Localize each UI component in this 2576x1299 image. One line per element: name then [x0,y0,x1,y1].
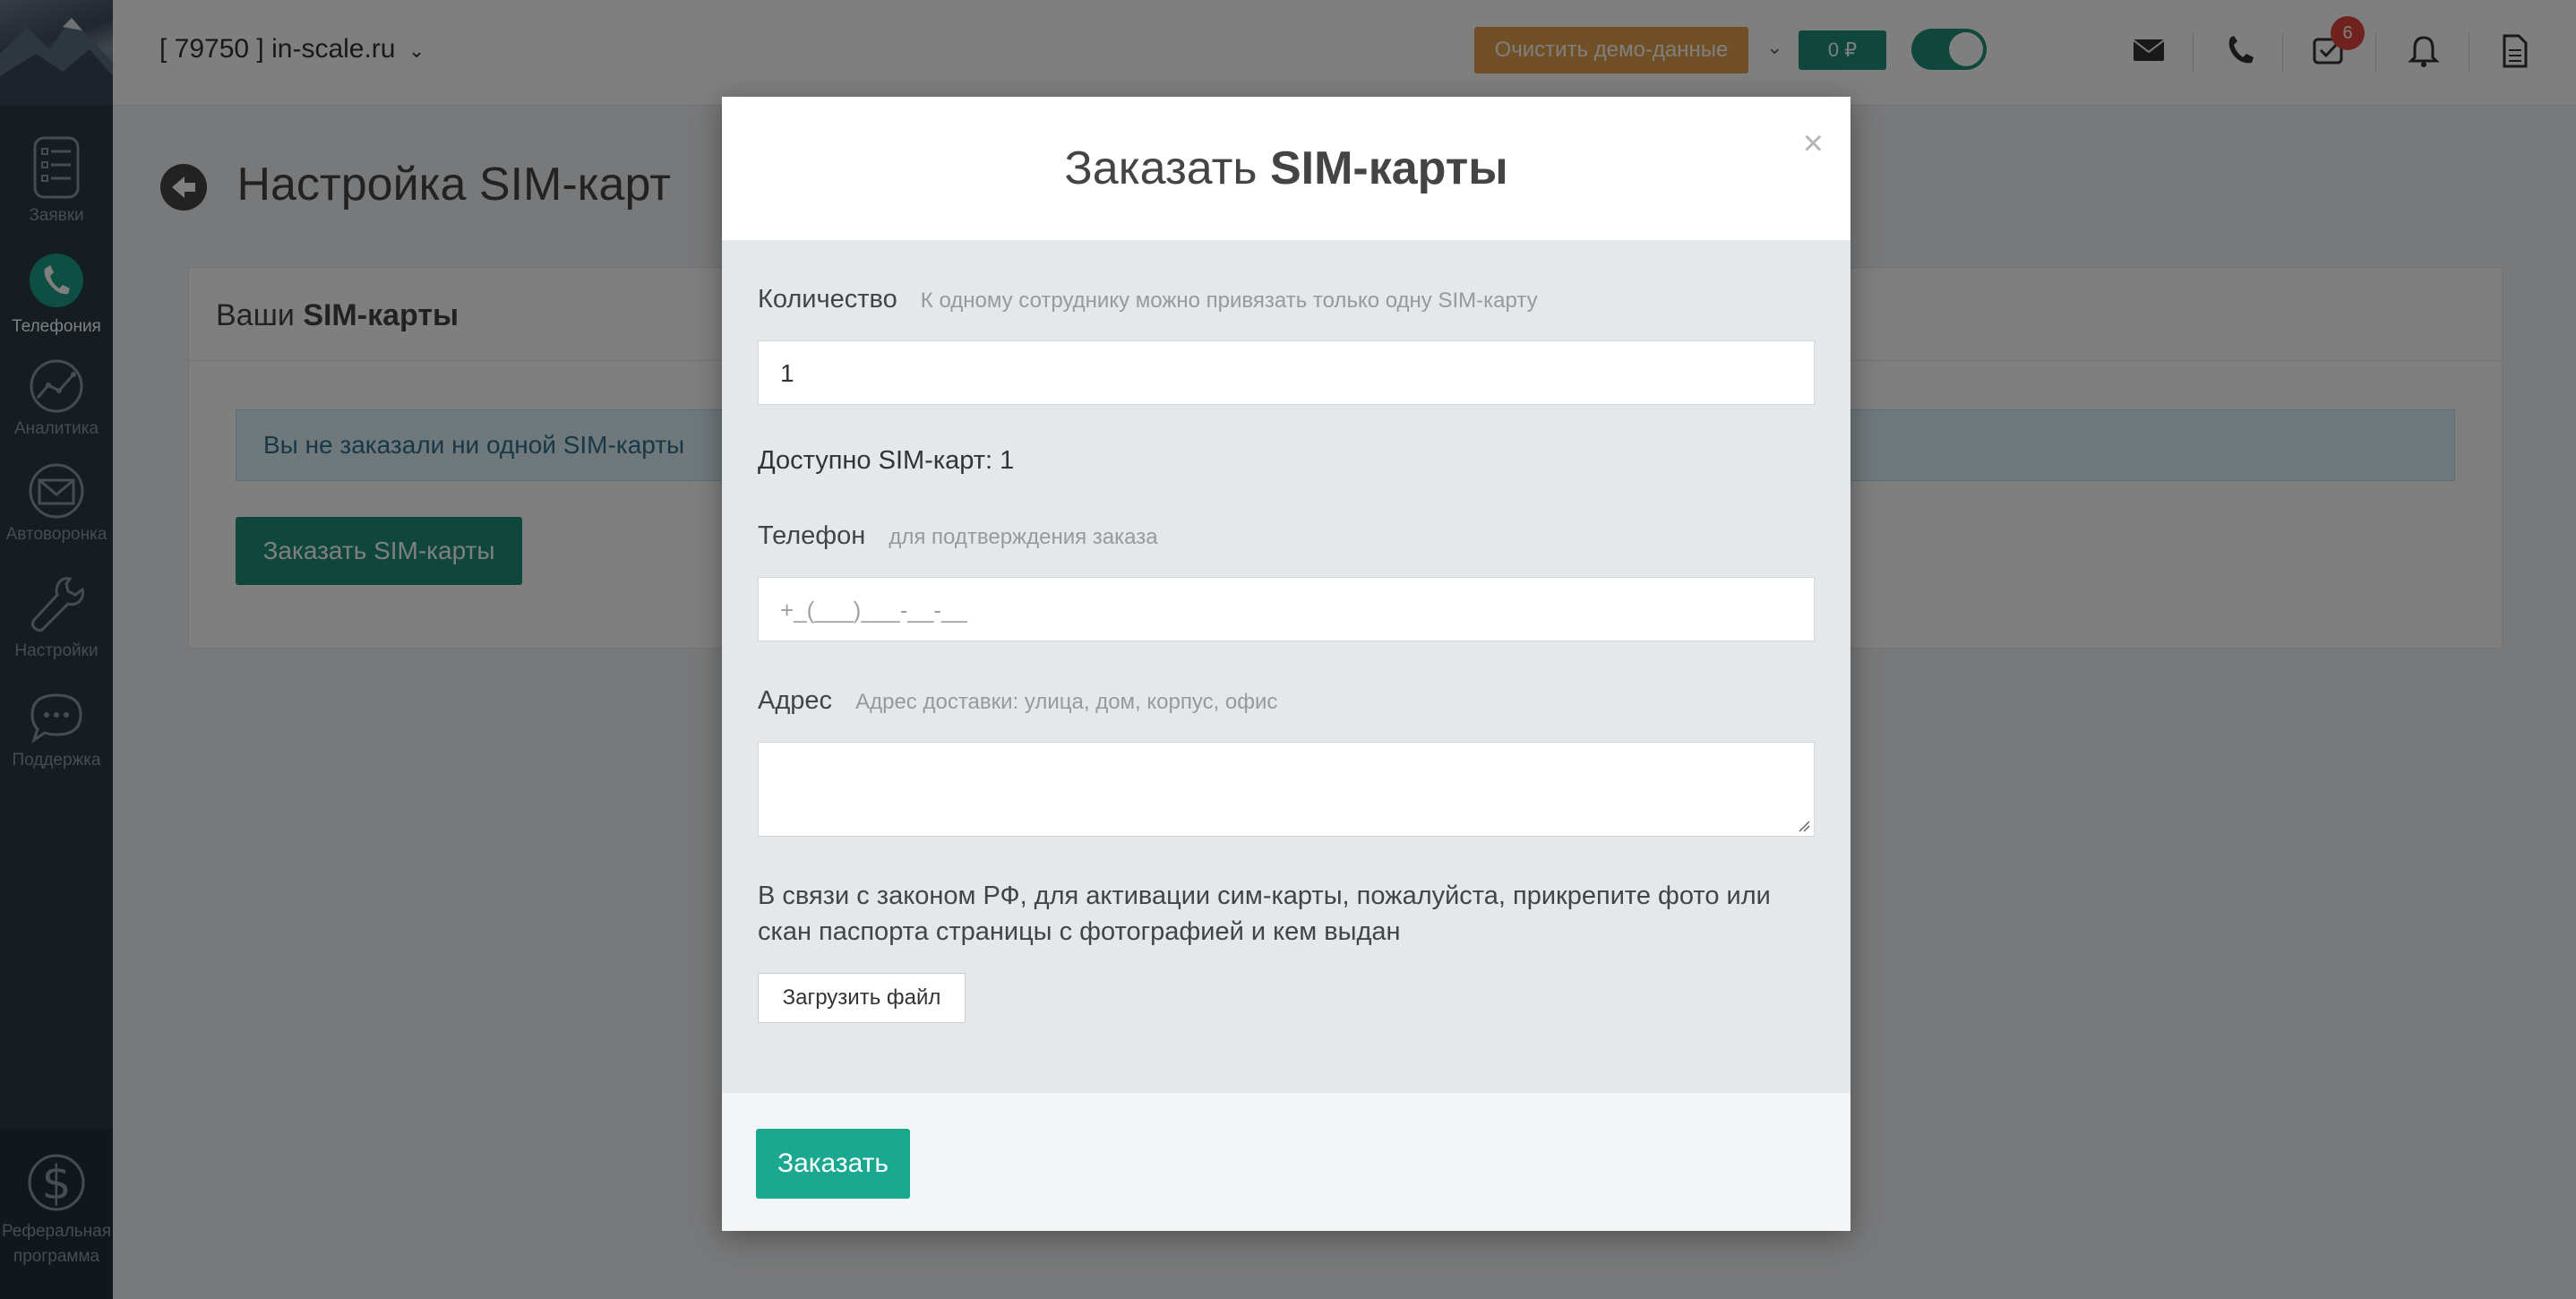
submit-order-button[interactable]: Заказать [756,1129,910,1199]
modal-title-bold: SIM-карты [1269,142,1508,194]
quantity-hint: К одному сотруднику можно привязать толь… [920,288,1538,313]
available-sim-count: Доступно SIM-карт: 1 [758,446,1015,475]
phone-hint: для подтверждения заказа [889,525,1158,549]
address-textarea[interactable] [758,742,1815,837]
close-icon[interactable]: × [1803,124,1824,164]
address-label-text: Адрес [758,686,833,715]
modal-footer: Заказать [722,1093,1850,1231]
phone-label: Телефон для подтверждения заказа [758,521,1158,551]
upload-file-button[interactable]: Загрузить файл [758,973,966,1023]
modal-title-prefix: Заказать [1064,142,1258,194]
modal-title: Заказать SIM-карты [722,142,1850,195]
passport-notice: В связи с законом РФ, для активации сим-… [758,882,1771,946]
quantity-label-text: Количество [758,285,897,314]
phone-label-text: Телефон [758,521,866,550]
quantity-input[interactable]: 1 [758,340,1815,405]
address-label: Адрес Адрес доставки: улица, дом, корпус… [758,686,1277,716]
resize-grip-icon[interactable] [1798,820,1810,832]
phone-input[interactable]: +_(___)___-__-__ [758,577,1815,641]
modal-header: Заказать SIM-карты × [722,97,1850,240]
quantity-label: Количество К одному сотруднику можно при… [758,285,1538,314]
order-sim-modal: Заказать SIM-карты × Количество К одному… [722,97,1850,1231]
address-hint: Адрес доставки: улица, дом, корпус, офис [855,690,1278,714]
